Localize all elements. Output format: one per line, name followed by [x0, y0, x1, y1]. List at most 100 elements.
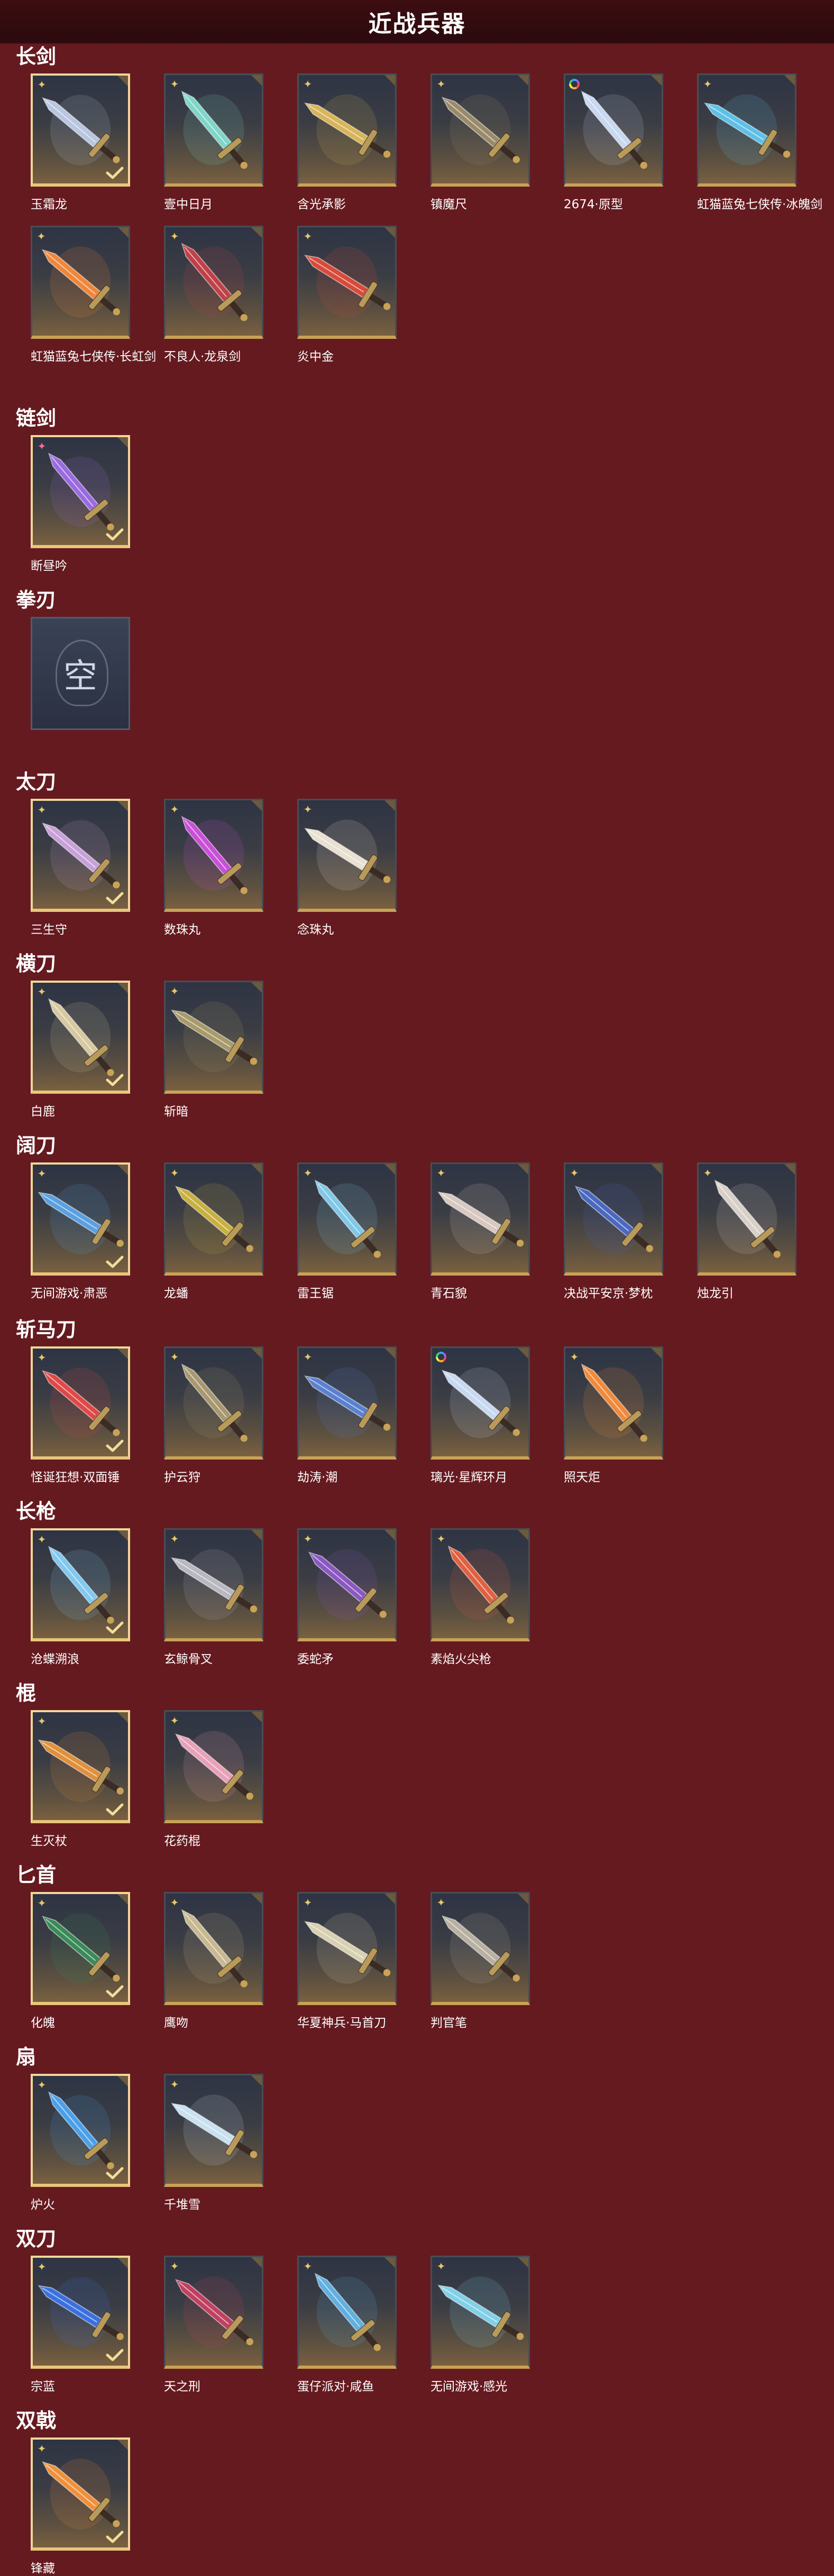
weapon-card[interactable]: ✦ 烛龙引: [697, 1162, 801, 1300]
weapon-card[interactable]: ✦ 雷王锯: [297, 1162, 401, 1300]
weapon-card[interactable]: ✦ 无间游戏·感光: [430, 2256, 534, 2394]
corner-mark: [251, 1712, 262, 1722]
gold-star-icon: ✦: [37, 78, 47, 91]
gold-star-icon: ✦: [170, 803, 179, 816]
weapon-card[interactable]: ✦ 照天炬: [564, 1346, 667, 1484]
weapon-tile: [430, 1346, 530, 1460]
corner-mark: [117, 1894, 128, 1905]
weapon-image: [171, 1549, 258, 1620]
weapon-card[interactable]: ✦ 念珠丸: [297, 799, 401, 937]
weapon-tile: ✦: [297, 2256, 397, 2369]
check-icon: [106, 1621, 124, 1634]
gold-star-icon: ✦: [37, 1351, 47, 1364]
weapon-name-label: 沧蝶溯浪: [31, 1652, 79, 1666]
weapon-tile: ✦: [297, 226, 397, 339]
weapon-card[interactable]: ✦ 白鹿: [31, 981, 134, 1119]
corner-mark: [117, 1530, 128, 1541]
weapon-card[interactable]: ✦ 斩暗: [164, 981, 268, 1119]
weapon-name-label: 断昼吟: [31, 559, 67, 573]
weapon-card[interactable]: ✦ 壹中日月: [164, 73, 268, 211]
weapon-name-label: 千堆雪: [164, 2198, 200, 2212]
weapon-card[interactable]: ✦ 生灭杖: [31, 1710, 134, 1848]
weapon-card[interactable]: ✦ 沧蝶溯浪: [31, 1528, 134, 1666]
weapon-tile: ✦: [164, 1710, 263, 1823]
weapon-name-label: 雷王锯: [297, 1287, 334, 1300]
category-title: 双刀: [16, 2227, 57, 2250]
category-title: 长剑: [16, 45, 57, 68]
weapon-card[interactable]: ✦ 判官笔: [430, 1892, 534, 2030]
gold-star-icon: ✦: [170, 1896, 179, 1909]
weapon-card[interactable]: ✦ 决战平安京·梦枕: [564, 1162, 667, 1300]
weapon-card[interactable]: ✦ 虹猫蓝兔七侠传·冰魄剑: [697, 73, 822, 211]
weapon-name-label: 无间游戏·感光: [430, 2380, 508, 2394]
weapon-image: [304, 1367, 391, 1438]
weapon-card[interactable]: ✦ 蛋仔派对·咸鱼: [297, 2256, 401, 2394]
weapon-card[interactable]: ✦ 炎中金: [297, 226, 401, 364]
weapon-tile: ✦: [164, 73, 263, 187]
corner-mark: [784, 1164, 795, 1175]
weapon-image: [304, 819, 391, 891]
weapon-image: [181, 243, 248, 321]
weapon-card[interactable]: ✦ 龙蟠: [164, 1162, 268, 1300]
weapon-image: [314, 2273, 381, 2351]
weapon-tile: ✦: [430, 1892, 530, 2005]
corner-mark: [251, 1348, 262, 1359]
weapon-image: [304, 1913, 391, 1984]
empty-slot-text: 空: [63, 657, 97, 696]
gold-star-icon: ✦: [303, 1532, 313, 1545]
weapon-tile: ✦: [31, 2256, 130, 2369]
weapon-card[interactable]: ✦ 素焰火尖枪: [430, 1528, 534, 1666]
weapon-card[interactable]: ✦ 虹猫蓝兔七侠传·长虹剑: [31, 226, 156, 364]
weapon-card[interactable]: ✦ 千堆雪: [164, 2074, 268, 2212]
gold-star-icon: ✦: [570, 1351, 579, 1363]
weapon-tile: ✦: [430, 73, 530, 187]
weapon-card[interactable]: ✦ 锋藏: [31, 2437, 134, 2575]
weapon-card[interactable]: ✦ 玉霜龙: [31, 73, 134, 211]
empty-weapon-slot[interactable]: 空: [31, 617, 134, 735]
weapon-card[interactable]: ✦ 断昼吟: [31, 435, 134, 573]
weapon-name-label: 虹猫蓝兔七侠传·冰魄剑: [697, 198, 823, 211]
gold-star-icon: ✦: [170, 1167, 179, 1179]
weapon-image: [581, 90, 647, 169]
check-icon: [106, 1803, 124, 1816]
weapon-card[interactable]: ✦ 花药棍: [164, 1710, 268, 1848]
weapon-tile: ✦: [297, 1528, 397, 1641]
weapon-tile: ✦: [297, 799, 397, 912]
weapon-card[interactable]: ✦ 劫涛·潮: [297, 1346, 401, 1484]
weapon-card[interactable]: ✦ 宗蓝: [31, 2256, 134, 2394]
weapon-card[interactable]: ✦ 含光承影: [297, 73, 401, 211]
weapon-card[interactable]: ✦ 三生守: [31, 799, 134, 937]
weapon-card[interactable]: ✦ 数珠丸: [164, 799, 268, 937]
corner-mark: [117, 2258, 128, 2268]
weapon-card[interactable]: ✦ 青石貌: [430, 1162, 534, 1300]
weapon-card[interactable]: ✦ 华夏神兵·马首刀: [297, 1892, 401, 2030]
weapon-card[interactable]: ✦ 怪诞狂想·双面锤: [31, 1346, 134, 1484]
weapon-card[interactable]: 2674·原型: [564, 73, 667, 211]
category-title: 双戟: [16, 2409, 57, 2432]
weapon-name-label: 锋藏: [31, 2562, 55, 2575]
gold-star-icon: ✦: [436, 2260, 446, 2273]
gold-star-icon: ✦: [37, 2260, 47, 2273]
weapon-card[interactable]: ✦ 护云狩: [164, 1346, 268, 1484]
weapon-tile: ✦: [31, 1892, 130, 2005]
weapon-card[interactable]: ✦ 不良人·龙泉剑: [164, 226, 268, 364]
weapon-card[interactable]: ✦ 化魄: [31, 1892, 134, 2030]
weapon-card[interactable]: ✦ 镇魔尺: [430, 73, 534, 211]
weapon-name-label: 花药棍: [164, 1834, 200, 1848]
weapon-image: [175, 1731, 253, 1802]
weapon-name-label: 白鹿: [31, 1105, 55, 1119]
weapon-card[interactable]: ✦ 炉火: [31, 2074, 134, 2212]
weapon-card[interactable]: ✦ 玄鲸骨叉: [164, 1528, 268, 1666]
weapon-card[interactable]: 璃光·星辉环月: [430, 1346, 534, 1484]
weapon-name-label: 炎中金: [297, 350, 334, 364]
weapon-card[interactable]: ✦ 鹰吻: [164, 1892, 268, 2030]
weapon-tile: ✦: [31, 2437, 130, 2551]
weapon-tile: ✦: [31, 435, 130, 548]
weapon-card[interactable]: ✦ 天之刑: [164, 2256, 268, 2394]
corner-mark: [118, 227, 129, 238]
corner-mark: [651, 1164, 662, 1175]
gold-star-icon: ✦: [436, 1167, 446, 1179]
gold-star-icon: ✦: [303, 230, 313, 243]
weapon-card[interactable]: ✦ 无间游戏·肃恶: [31, 1162, 134, 1300]
weapon-card[interactable]: ✦ 委蛇矛: [297, 1528, 401, 1666]
